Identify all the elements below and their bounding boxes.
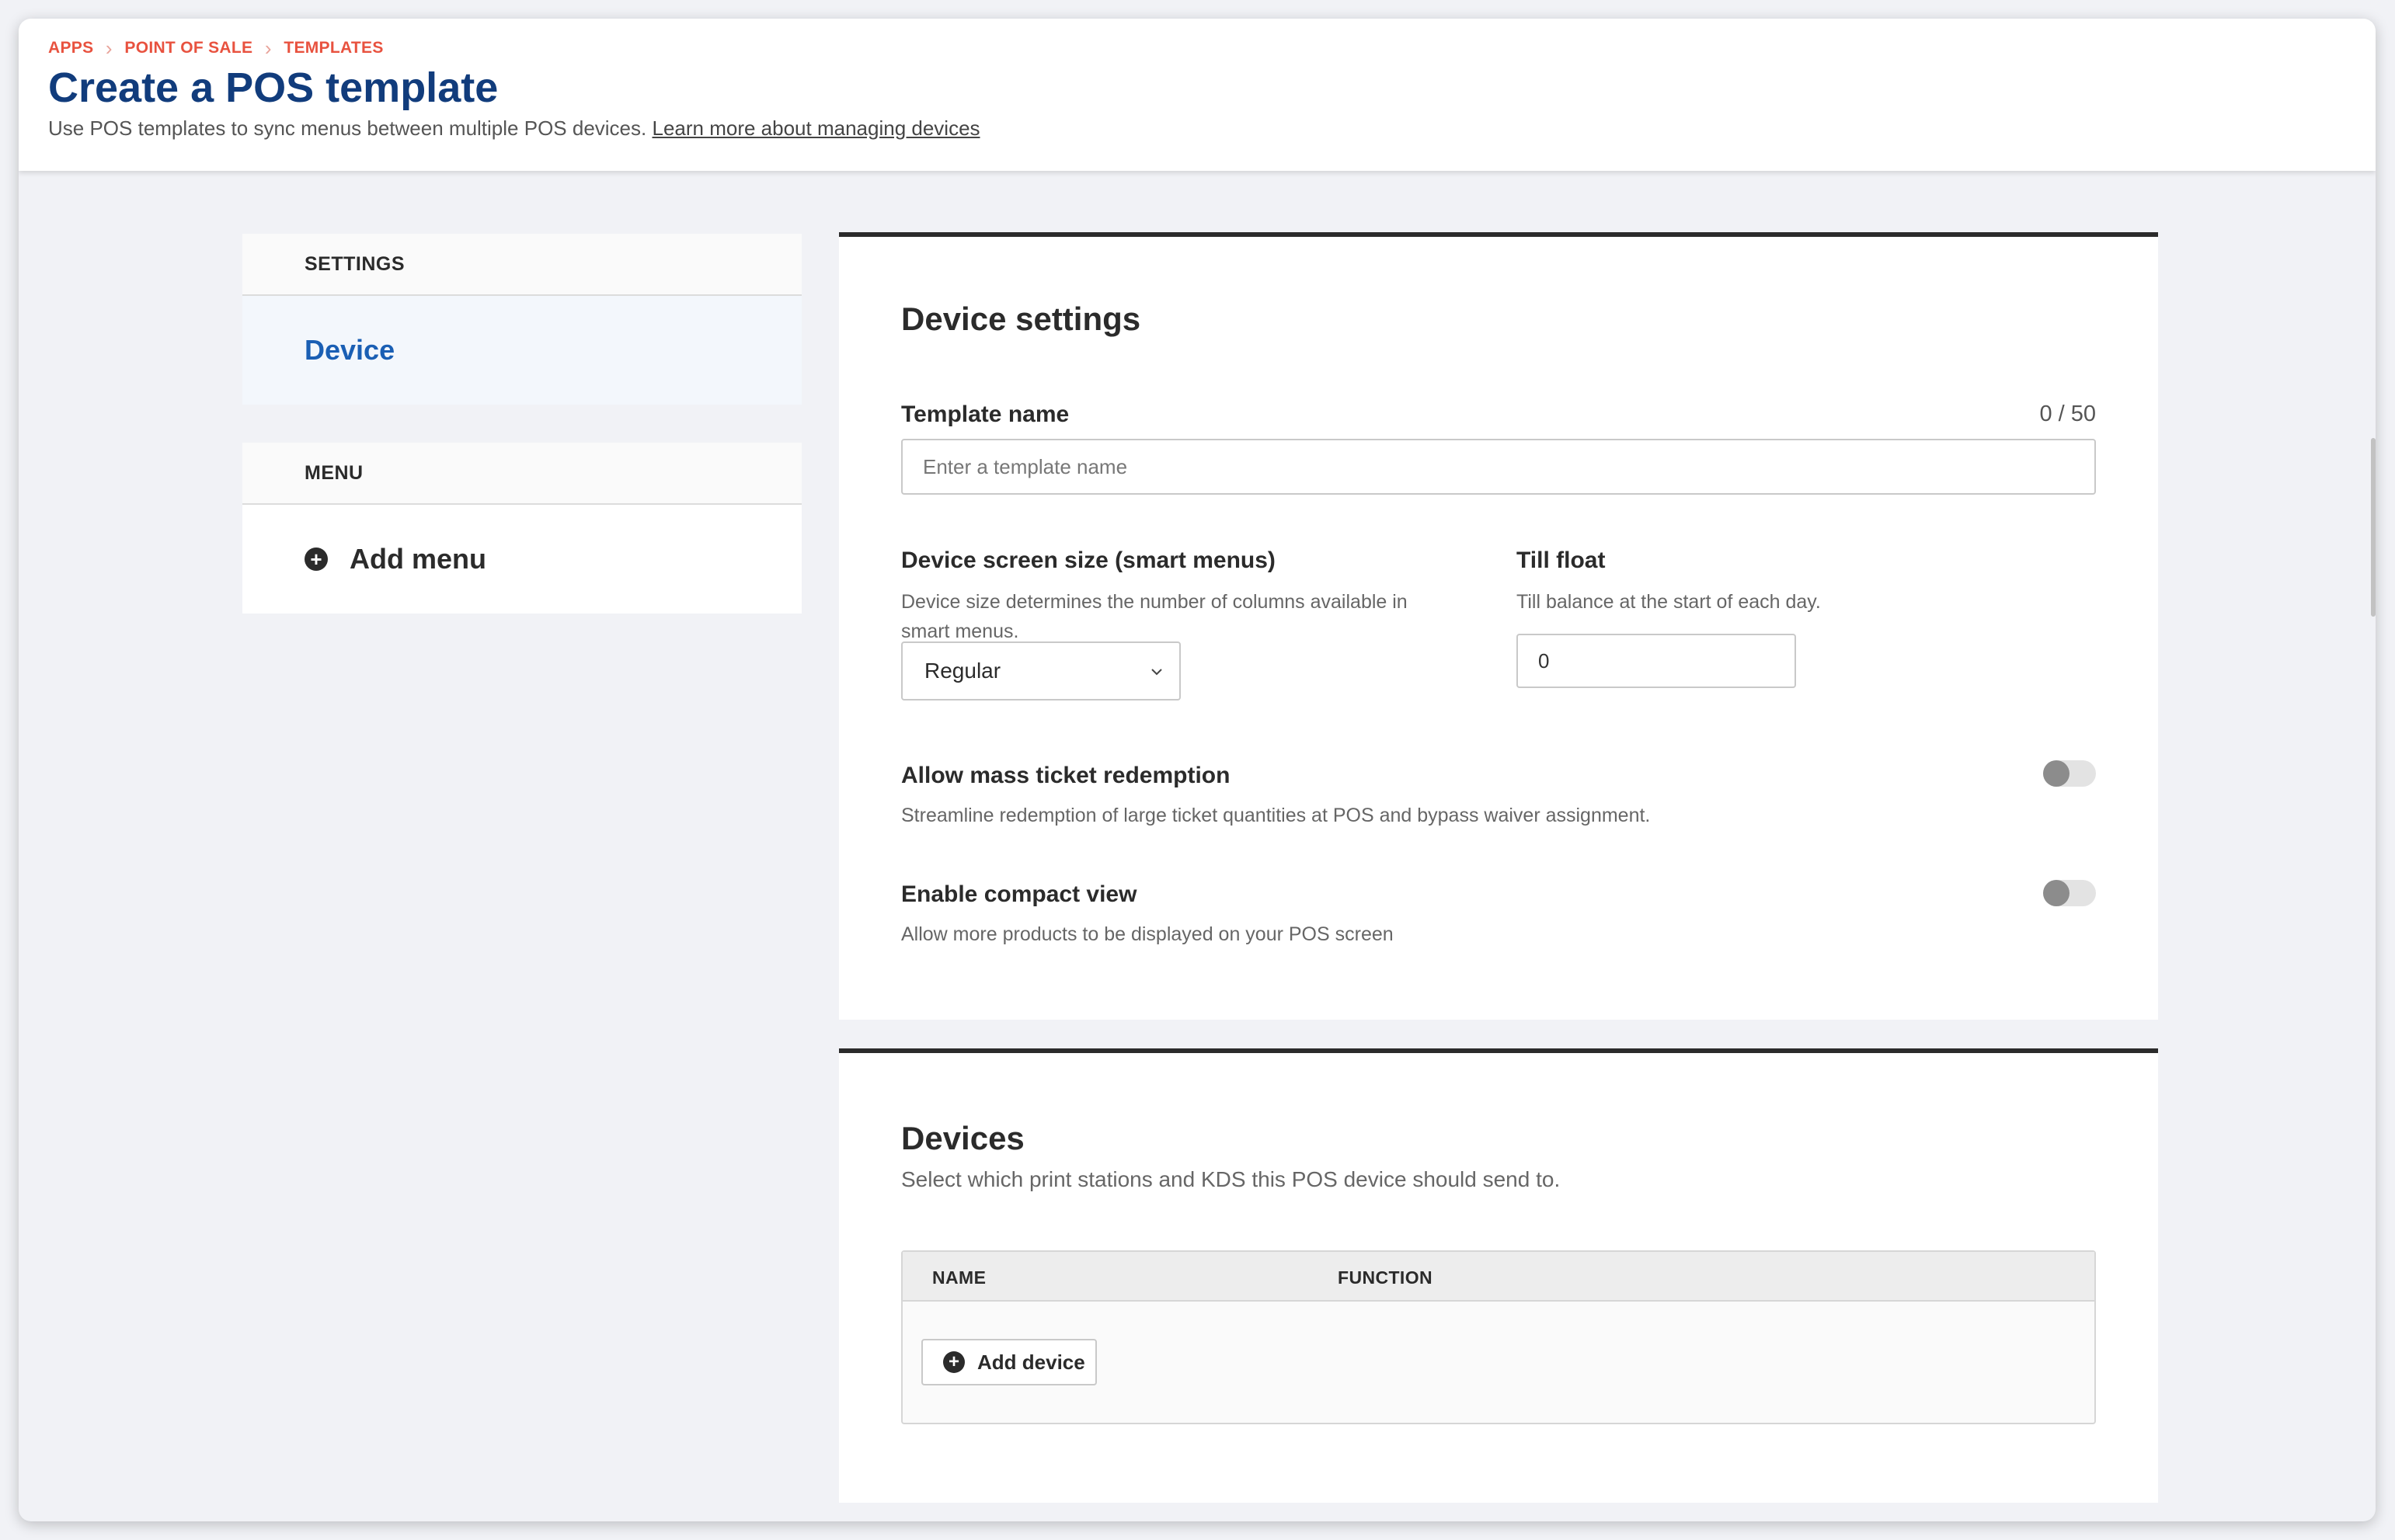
chevron-down-icon [1151,669,1162,676]
breadcrumb-point-of-sale[interactable]: POINT OF SALE [124,39,252,57]
page-subtitle: Use POS templates to sync menus between … [48,116,980,141]
menu-heading: MENU [242,443,802,505]
chevron-right-icon: › [105,36,113,60]
toggle-knob [2043,880,2070,906]
add-device-button[interactable]: + Add device [921,1339,1097,1385]
page-scrollbar[interactable] [2371,438,2376,617]
device-settings-title: Device settings [901,301,1141,337]
screen-size-value: Regular [924,659,1001,683]
plus-circle-icon: + [305,548,328,571]
screen-size-help: Device size determines the number of col… [901,591,1408,642]
column-header-function: FUNCTION [1338,1267,1433,1288]
toggle-knob [2043,760,2070,787]
add-device-label: Add device [977,1350,1085,1374]
device-settings-panel: Device settings Template name 0 / 50 Dev… [839,232,2158,1020]
template-name-counter: 0 / 50 [2039,402,2096,426]
devices-panel: Devices Select which print stations and … [839,1048,2158,1503]
add-menu-label: Add menu [350,543,486,575]
devices-help: Select which print stations and KDS this… [901,1167,1561,1191]
template-name-label: Template name [901,402,1070,427]
page-title: Create a POS template [48,64,499,111]
breadcrumb: APPS › POINT OF SALE › TEMPLATES [48,36,384,60]
compact-view-label: Enable compact view [901,881,1137,907]
breadcrumb-apps[interactable]: APPS [48,39,93,57]
menu-nav: MENU + Add menu [242,443,802,614]
breadcrumb-templates[interactable]: TEMPLATES [284,39,383,57]
till-float-input[interactable] [1516,634,1796,688]
app-window: APPS › POINT OF SALE › TEMPLATES Create … [19,19,2376,1521]
devices-table-header: NAME FUNCTION [903,1252,2094,1302]
till-float-help: Till balance at the start of each day. [1516,591,1821,613]
till-float-label: Till float [1516,548,1606,573]
learn-more-link[interactable]: Learn more about managing devices [652,116,980,140]
mass-ticket-help: Streamline redemption of large ticket qu… [901,805,1651,826]
page-subtitle-text: Use POS templates to sync menus between … [48,116,647,140]
devices-title: Devices [901,1120,1025,1156]
chevron-right-icon: › [264,36,272,60]
sidebar-item-label: Device [305,334,395,366]
settings-nav: SETTINGS Device [242,234,802,405]
plus-circle-icon: + [943,1351,965,1373]
add-menu-button[interactable]: + Add menu [242,505,802,614]
screen-size-label: Device screen size (smart menus) [901,548,1276,573]
settings-heading: SETTINGS [242,234,802,296]
column-header-name: NAME [932,1267,987,1288]
mass-ticket-toggle[interactable] [2043,760,2096,787]
mass-ticket-label: Allow mass ticket redemption [901,763,1231,788]
devices-table: NAME FUNCTION + Add device [901,1250,2096,1424]
compact-view-toggle[interactable] [2043,880,2096,906]
compact-view-help: Allow more products to be displayed on y… [901,923,1394,945]
page-header: APPS › POINT OF SALE › TEMPLATES Create … [19,19,2376,171]
screen-size-select[interactable]: Regular [901,641,1181,700]
sidebar-item-device[interactable]: Device [242,296,802,405]
template-name-input[interactable] [901,439,2096,495]
